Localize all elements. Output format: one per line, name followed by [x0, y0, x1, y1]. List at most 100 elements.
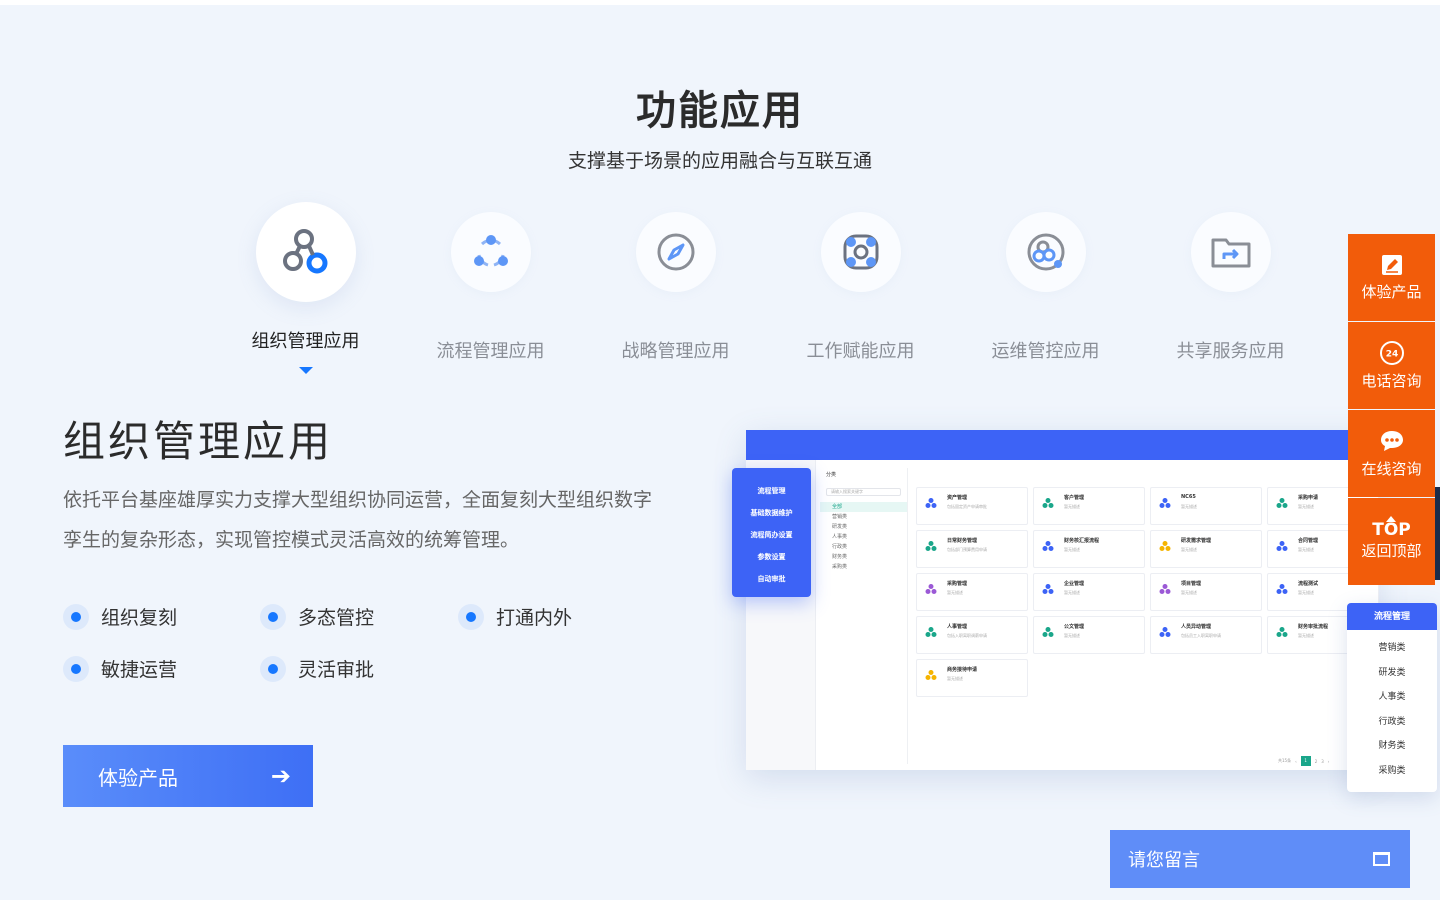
tab-strategy-management[interactable]: 战略管理应用 — [583, 202, 768, 363]
mock-pager: 共15条 ‹ 1 2 3 › — [1278, 756, 1329, 766]
mock-menu-item: 流程管理 — [757, 487, 786, 495]
mock-tree-item: 行政类 — [832, 544, 848, 550]
mock-card-desc: 暂无描述 — [1064, 633, 1080, 638]
feature-label: 灵活审批 — [298, 659, 375, 681]
mock-menu-item: 流程简办设置 — [750, 531, 793, 539]
dock-online-chat-button[interactable]: 在线咨询 — [1348, 410, 1435, 497]
mock-card-desc: 包括固定资产申请审批 — [947, 504, 987, 509]
feature-item: 打通内外 — [458, 603, 572, 630]
mock-card-title: 日常财务管理 — [947, 538, 978, 544]
mock-app-card: 人员异动管理包括员工入职离职申请 — [1150, 616, 1262, 654]
tab-label: 共享服务应用 — [1176, 341, 1285, 362]
dock-label: 在线咨询 — [1361, 460, 1422, 478]
detail-description: 依托平台基座雄厚实力支撑大型组织协同运营，全面复刻大型组织数字孪生的复杂形态，实… — [63, 489, 653, 551]
app-icon — [1042, 541, 1054, 551]
mock-card-desc: 包括员工入职离职申请 — [1181, 633, 1221, 638]
dock-label: 电话咨询 — [1361, 372, 1422, 390]
tab-process-management[interactable]: 流程管理应用 — [398, 202, 583, 363]
mock-card-title: 人员异动管理 — [1181, 624, 1212, 630]
mock-card-title: 公文管理 — [1064, 624, 1085, 630]
dock-try-product-button[interactable]: 体验产品 — [1348, 234, 1435, 321]
app-icon — [925, 627, 937, 637]
dock-label: 返回顶部 — [1361, 542, 1422, 560]
dock-label: 体验产品 — [1361, 283, 1422, 301]
mock-app-card: 商务接待申请 暂无描述 — [916, 659, 1028, 697]
mock-card-title: 采购申请 — [1298, 495, 1319, 501]
tab-org-management[interactable]: 组织管理应用 — [213, 202, 398, 374]
mock-app-card: 项目管理 暂无描述 — [1150, 573, 1262, 611]
tab-label: 工作赋能应用 — [806, 341, 915, 362]
mock-header — [746, 430, 1376, 460]
tab-ops-control[interactable]: 运维管控应用 — [953, 202, 1138, 363]
top-icon: TOP — [1372, 516, 1411, 540]
app-icon — [925, 498, 937, 508]
app-icon — [1159, 584, 1171, 594]
tab-label: 运维管控应用 — [991, 341, 1100, 362]
feature-label: 打通内外 — [496, 607, 573, 629]
app-icon — [1276, 498, 1288, 508]
mock-tree-item: 采购类 — [832, 564, 848, 570]
compass-icon — [635, 212, 716, 292]
mock-app-card: NC65 暂无描述 — [1150, 487, 1262, 525]
app-icon — [925, 541, 937, 551]
mock-card-desc: 暂无描述 — [1064, 504, 1080, 509]
mock-search: 请输入搜索关键字 — [826, 488, 901, 496]
mock-next-icon: › — [1327, 758, 1330, 764]
feature-label: 敏捷运营 — [101, 659, 178, 681]
mock-card-title: 项目管理 — [1181, 581, 1202, 587]
mock-card-desc: 包括部门预算费用申请 — [947, 547, 987, 552]
mock-tree-item: 营销类 — [832, 514, 848, 520]
svg-text:24: 24 — [1385, 350, 1398, 360]
bullet-icon — [63, 603, 89, 630]
message-label: 请您留言 — [1128, 850, 1200, 871]
edit-icon — [1381, 255, 1402, 275]
mock-app-card: 日常财务管理包括部门预算费用申请 — [916, 530, 1028, 568]
try-product-button[interactable]: 体验产品 ➔ — [63, 745, 313, 807]
mock-card-desc: 暂无描述 — [1298, 547, 1314, 552]
bullet-icon — [63, 655, 89, 682]
phone-24-icon: 24 — [1379, 341, 1404, 365]
org-icon — [255, 202, 356, 302]
dock-back-to-top-button[interactable]: TOP 返回顶部 — [1348, 498, 1435, 585]
bullet-icon — [260, 655, 286, 682]
mock-tree-item: 财务类 — [832, 554, 848, 560]
mock-card-title: 企业管理 — [1064, 581, 1085, 587]
mock-card-desc: 包括入职离职调薪申请 — [947, 633, 987, 638]
app-icon — [1276, 584, 1288, 594]
mock-card-desc: 暂无描述 — [947, 590, 963, 595]
app-icon — [1042, 498, 1054, 508]
feature-item: 敏捷运营 — [63, 655, 177, 682]
expand-window-icon[interactable] — [1373, 852, 1390, 866]
mock-menu-item: 自动审批 — [757, 575, 786, 583]
floating-dock: 体验产品 24 电话咨询 在线咨询 TOP 返回顶部 — [1348, 234, 1435, 586]
mock-menu-item: 参数设置 — [757, 553, 786, 561]
mock-popup-item: 财务类 — [1378, 741, 1406, 752]
mock-page-number: 2 — [1314, 758, 1318, 764]
mock-card-desc: 暂无描述 — [1181, 590, 1197, 595]
tab-label: 流程管理应用 — [436, 341, 545, 362]
tab-shared-services[interactable]: 共享服务应用 — [1138, 202, 1323, 363]
mock-card-desc: 暂无描述 — [1298, 590, 1314, 595]
dock-phone-button[interactable]: 24 电话咨询 — [1348, 322, 1435, 409]
mock-page-number: 1 — [1300, 756, 1311, 766]
mock-card-desc: 暂无描述 — [1181, 504, 1197, 509]
mock-card-desc: 暂无描述 — [1064, 547, 1080, 552]
mock-pager-total: 共15条 — [1278, 758, 1292, 763]
mock-card-title: NC65 — [1181, 494, 1196, 500]
mock-flow-menu: 流程管理 基础数据维护 流程简办设置 参数设置 自动审批 — [732, 468, 811, 597]
product-screenshot: 分类 请输入搜索关键字 全部 营销类 研发类 人事类 行政类 财务类 采购类 资… — [746, 430, 1379, 770]
mock-card-desc: 暂无描述 — [947, 676, 963, 681]
mock-card-title: 资产管理 — [947, 495, 968, 501]
mock-tree-title: 分类 — [826, 472, 837, 478]
mock-card-title: 采购管理 — [947, 581, 968, 587]
top-text: TOP — [1372, 520, 1411, 540]
mock-card-title: 商务接待申请 — [947, 667, 978, 673]
section-subtitle: 支撑基于场景的应用融合与互联互通 — [567, 150, 872, 172]
mock-card-desc: 暂无描述 — [1181, 547, 1197, 552]
app-icon — [925, 670, 937, 680]
mock-popup-item: 人事类 — [1378, 692, 1406, 703]
mock-card-desc: 暂无描述 — [1298, 504, 1314, 509]
leave-message-bar[interactable]: 请您留言 — [1110, 830, 1410, 888]
tab-work-enablement[interactable]: 工作赋能应用 — [768, 202, 953, 363]
mock-card-title: 流程测试 — [1298, 581, 1319, 587]
